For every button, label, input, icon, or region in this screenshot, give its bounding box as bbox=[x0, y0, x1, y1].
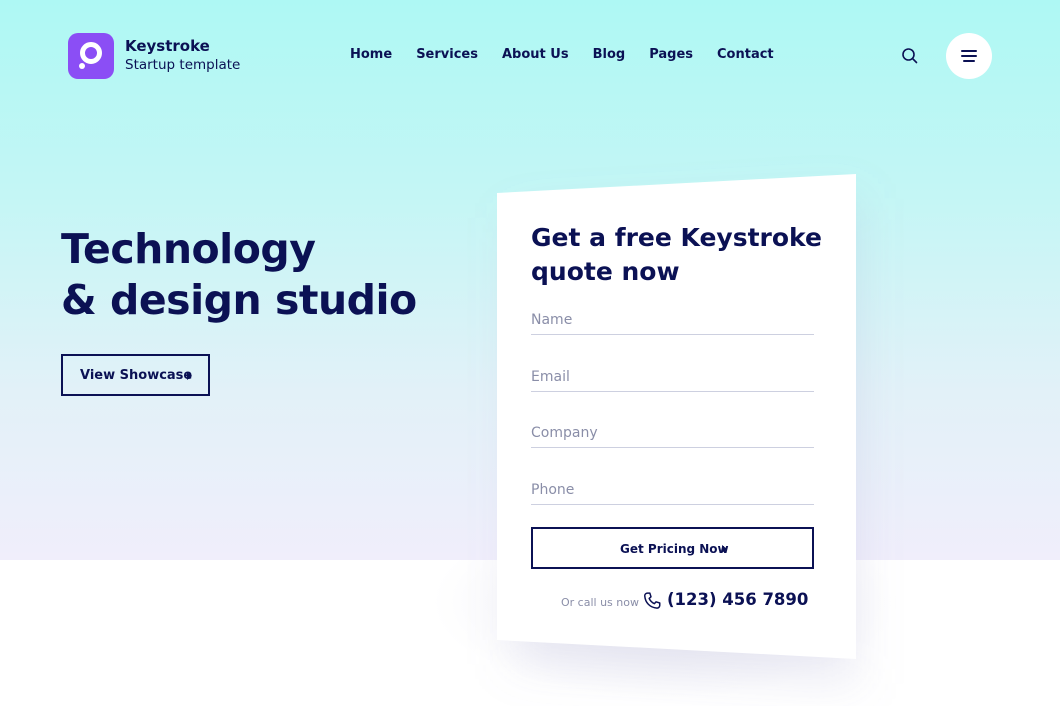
quote-form-title: Get a free Keystroke quote now bbox=[531, 223, 822, 286]
company-field[interactable] bbox=[531, 418, 814, 448]
get-pricing-button[interactable]: Get Pricing Now bbox=[531, 527, 814, 569]
call-us-label: Or call us now bbox=[561, 596, 639, 609]
get-pricing-label: Get Pricing Now bbox=[620, 542, 729, 556]
phone-icon bbox=[642, 591, 662, 611]
email-field[interactable] bbox=[531, 362, 814, 392]
phone-field[interactable] bbox=[531, 475, 814, 505]
quote-card-background bbox=[497, 174, 858, 684]
phone-number-link[interactable]: (123) 456 7890 bbox=[667, 590, 808, 609]
name-field[interactable] bbox=[531, 305, 814, 335]
arrow-right-icon bbox=[722, 545, 727, 553]
